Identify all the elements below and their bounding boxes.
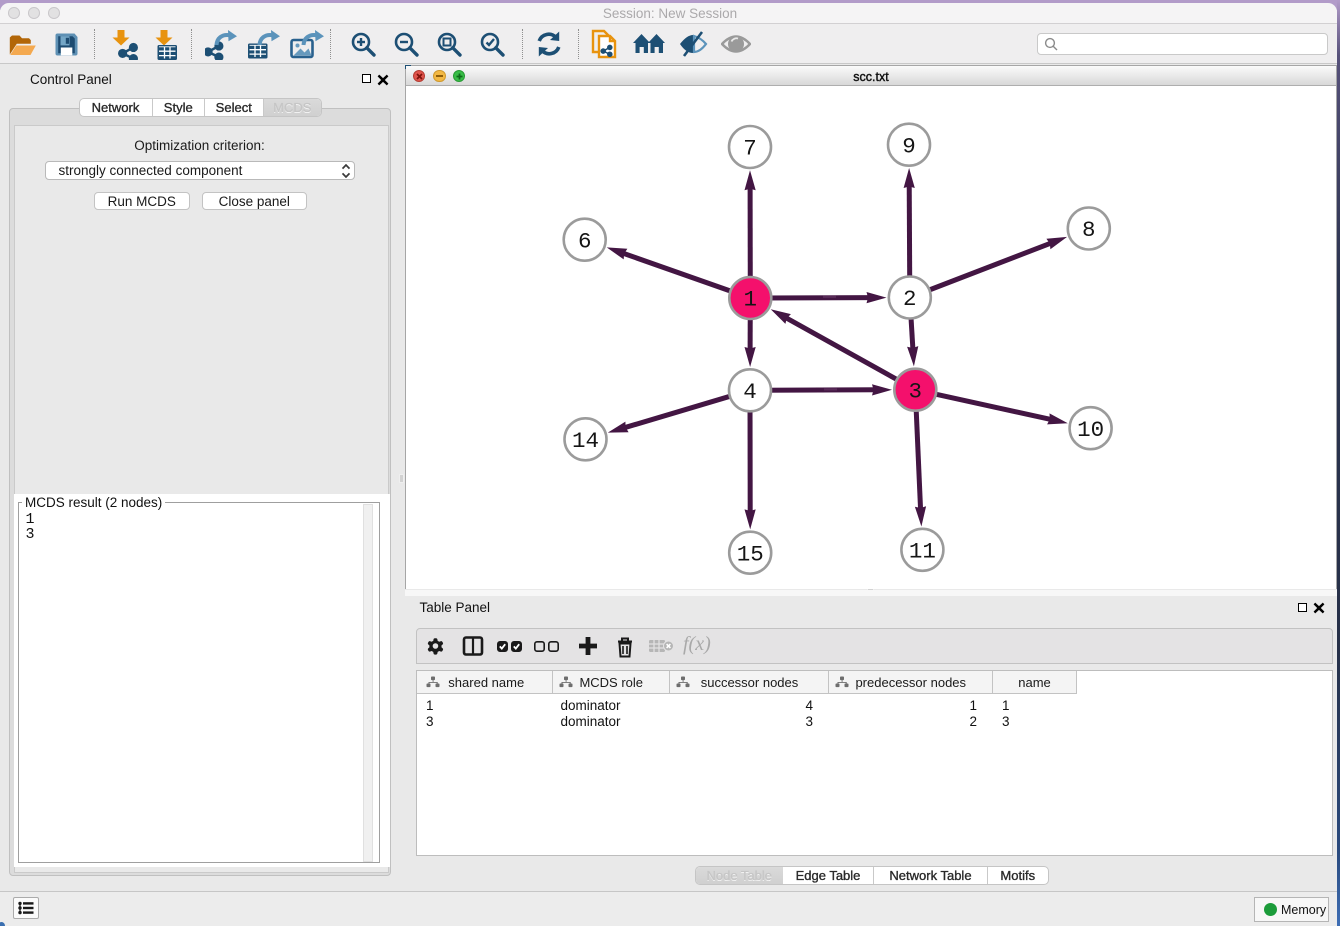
svg-text:11: 11 xyxy=(909,538,936,564)
svg-text:4: 4 xyxy=(743,378,757,404)
svg-text:2: 2 xyxy=(903,286,917,312)
svg-text:14: 14 xyxy=(572,427,599,453)
svg-text:3: 3 xyxy=(909,378,923,404)
svg-text:6: 6 xyxy=(578,228,592,254)
svg-text:7: 7 xyxy=(743,135,757,161)
svg-text:15: 15 xyxy=(737,541,764,567)
svg-text:1: 1 xyxy=(744,286,758,312)
svg-text:10: 10 xyxy=(1077,416,1104,442)
svg-text:9: 9 xyxy=(902,133,916,159)
svg-text:8: 8 xyxy=(1082,217,1096,243)
